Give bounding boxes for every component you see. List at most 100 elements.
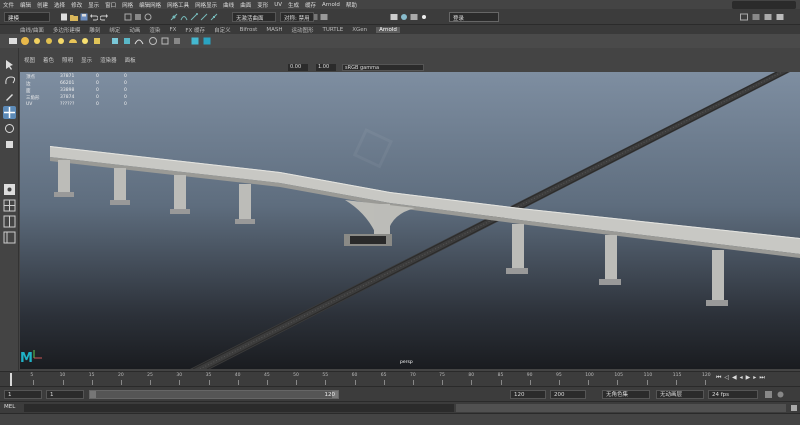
menu-item[interactable]: 选择 xyxy=(54,1,65,9)
menu-item[interactable]: 编辑网格 xyxy=(139,1,161,9)
shelf-tab[interactable]: 曲线/曲面 xyxy=(20,26,44,34)
start-time-field[interactable]: 1 xyxy=(4,390,42,399)
range-start-handle[interactable] xyxy=(90,391,96,398)
move-tool-icon[interactable] xyxy=(3,106,16,119)
script-editor-icon[interactable] xyxy=(790,404,798,412)
curve-collector-icon[interactable] xyxy=(134,36,144,46)
shelf-tab[interactable]: 运动图形 xyxy=(291,26,313,34)
snap-view-plane-icon[interactable] xyxy=(200,13,208,21)
shelf-tab[interactable]: 绑定 xyxy=(109,26,120,34)
shelf-tab[interactable]: 多边形建模 xyxy=(53,26,81,34)
menu-item[interactable]: 编辑 xyxy=(20,1,31,9)
shelf-tab[interactable]: 动画 xyxy=(129,26,140,34)
fps-dropdown[interactable]: 24 fps xyxy=(708,390,758,399)
light-portal-icon[interactable] xyxy=(92,36,102,46)
paint-select-tool-icon[interactable] xyxy=(3,90,16,103)
mesh-light-icon[interactable] xyxy=(44,36,54,46)
attribute-editor-icon[interactable] xyxy=(764,13,772,21)
menu-item[interactable]: UV xyxy=(274,2,282,8)
menu-item[interactable]: 曲线 xyxy=(223,1,234,9)
color-space-dropdown[interactable]: sRGB gamma xyxy=(342,64,424,71)
select-tool-icon[interactable] xyxy=(3,58,16,71)
stand-in-icon[interactable] xyxy=(110,36,120,46)
shelf-tab[interactable]: 雕刻 xyxy=(89,26,100,34)
shelf-tab[interactable]: FX xyxy=(169,27,176,33)
render-view-icon[interactable] xyxy=(390,13,398,21)
exposure-field[interactable]: 0.00 xyxy=(288,64,308,71)
single-perspective-layout-icon[interactable] xyxy=(3,183,16,196)
skydome-light-icon[interactable] xyxy=(68,36,78,46)
play-forward-icon[interactable]: ▶ xyxy=(746,374,751,382)
shelf-tab[interactable]: FX 缓存 xyxy=(185,26,205,34)
menu-item[interactable]: 网格 xyxy=(122,1,133,9)
go-to-end-icon[interactable]: ⏭ xyxy=(759,374,764,382)
menu-item[interactable]: 文件 xyxy=(3,1,14,9)
shelf-tab[interactable]: 渲染 xyxy=(149,26,160,34)
step-back-frame-icon[interactable]: ◀ xyxy=(732,374,737,382)
shelf-tab[interactable]: MASH xyxy=(266,27,282,33)
ipr-icon[interactable] xyxy=(20,36,30,46)
select-object-icon[interactable] xyxy=(134,13,142,21)
gamma-field[interactable]: 1.00 xyxy=(316,64,336,71)
two-view-layout-icon[interactable] xyxy=(3,215,16,228)
physical-sky-icon[interactable] xyxy=(80,36,90,46)
menu-item[interactable]: 曲面 xyxy=(240,1,251,9)
arnold-about-icon[interactable] xyxy=(202,36,212,46)
panel-menu-item[interactable]: 面板 xyxy=(125,56,136,64)
range-slider[interactable]: 120 xyxy=(89,390,339,399)
open-scene-icon[interactable] xyxy=(70,13,78,21)
workspace-icon[interactable] xyxy=(740,13,748,21)
menu-item[interactable]: 显示 xyxy=(88,1,99,9)
undo-icon[interactable] xyxy=(90,13,98,21)
mel-label[interactable]: MEL xyxy=(4,404,15,410)
modeling-toolkit-icon[interactable] xyxy=(752,13,760,21)
menu-item[interactable]: Arnold xyxy=(322,2,340,8)
anim-start-field[interactable]: 1 xyxy=(46,390,84,399)
panel-menu-item[interactable]: 显示 xyxy=(81,56,92,64)
snap-point-icon[interactable] xyxy=(190,13,198,21)
sign-in-button[interactable]: 登录 xyxy=(449,12,499,22)
menu-item[interactable]: 缓存 xyxy=(305,1,316,9)
search-input[interactable] xyxy=(732,1,796,9)
menu-item[interactable]: 生成 xyxy=(288,1,299,9)
shelf-tab[interactable]: XGen xyxy=(352,27,367,33)
anim-layer-dropdown[interactable]: 无动画层 xyxy=(656,390,704,399)
menu-item[interactable]: 变形 xyxy=(257,1,268,9)
render-icon[interactable] xyxy=(8,36,18,46)
photometric-light-icon[interactable] xyxy=(56,36,66,46)
flush-cache-icon[interactable] xyxy=(148,36,158,46)
ipr-render-icon[interactable] xyxy=(320,13,328,21)
render-setting-field[interactable]: 无激活曲面 xyxy=(232,12,276,22)
shelf-tab[interactable]: Arnold xyxy=(376,26,400,33)
save-scene-icon[interactable] xyxy=(80,13,88,21)
current-frame-marker[interactable] xyxy=(10,373,12,386)
step-back-key-icon[interactable]: ◁ xyxy=(724,374,729,382)
panel-menu-item[interactable]: 照明 xyxy=(62,56,73,64)
volume-icon[interactable] xyxy=(122,36,132,46)
go-to-start-icon[interactable]: ⏮ xyxy=(716,374,721,382)
symmetry-dropdown[interactable]: 对称: 禁用 xyxy=(280,12,314,22)
new-scene-icon[interactable] xyxy=(60,13,68,21)
play-backward-icon[interactable]: ◂ xyxy=(740,374,743,382)
step-forward-frame-icon[interactable]: ▸ xyxy=(753,374,756,382)
channel-box-icon[interactable] xyxy=(776,13,784,21)
end-time-field[interactable]: 200 xyxy=(550,390,586,399)
perspective-viewport[interactable]: ◇ 顶点 37871 0 0 边 66201 0 0 面 33898 0 0 三角形 37874 0 0… xyxy=(20,72,800,369)
menu-item[interactable]: 帮助 xyxy=(346,1,357,9)
anim-prefs-icon[interactable] xyxy=(776,390,785,399)
select-hierarchy-icon[interactable] xyxy=(124,13,132,21)
menu-item[interactable]: 修改 xyxy=(71,1,82,9)
character-set-dropdown[interactable]: 无角色集 xyxy=(602,390,650,399)
redo-icon[interactable] xyxy=(100,13,108,21)
panel-menu-item[interactable]: 着色 xyxy=(43,56,54,64)
snap-grid-icon[interactable] xyxy=(170,13,178,21)
light-editor-icon[interactable] xyxy=(420,13,428,21)
shelf-tab[interactable]: TURTLE xyxy=(323,27,344,33)
texture-manager-icon[interactable] xyxy=(160,36,170,46)
panel-menu-item[interactable]: 渲染器 xyxy=(100,56,117,64)
shelf-tab[interactable]: 自定义 xyxy=(214,26,231,34)
menu-item[interactable]: 窗口 xyxy=(105,1,116,9)
rotate-tool-icon[interactable] xyxy=(3,122,16,135)
menu-item[interactable]: 创建 xyxy=(37,1,48,9)
scale-tool-icon[interactable] xyxy=(3,138,16,151)
